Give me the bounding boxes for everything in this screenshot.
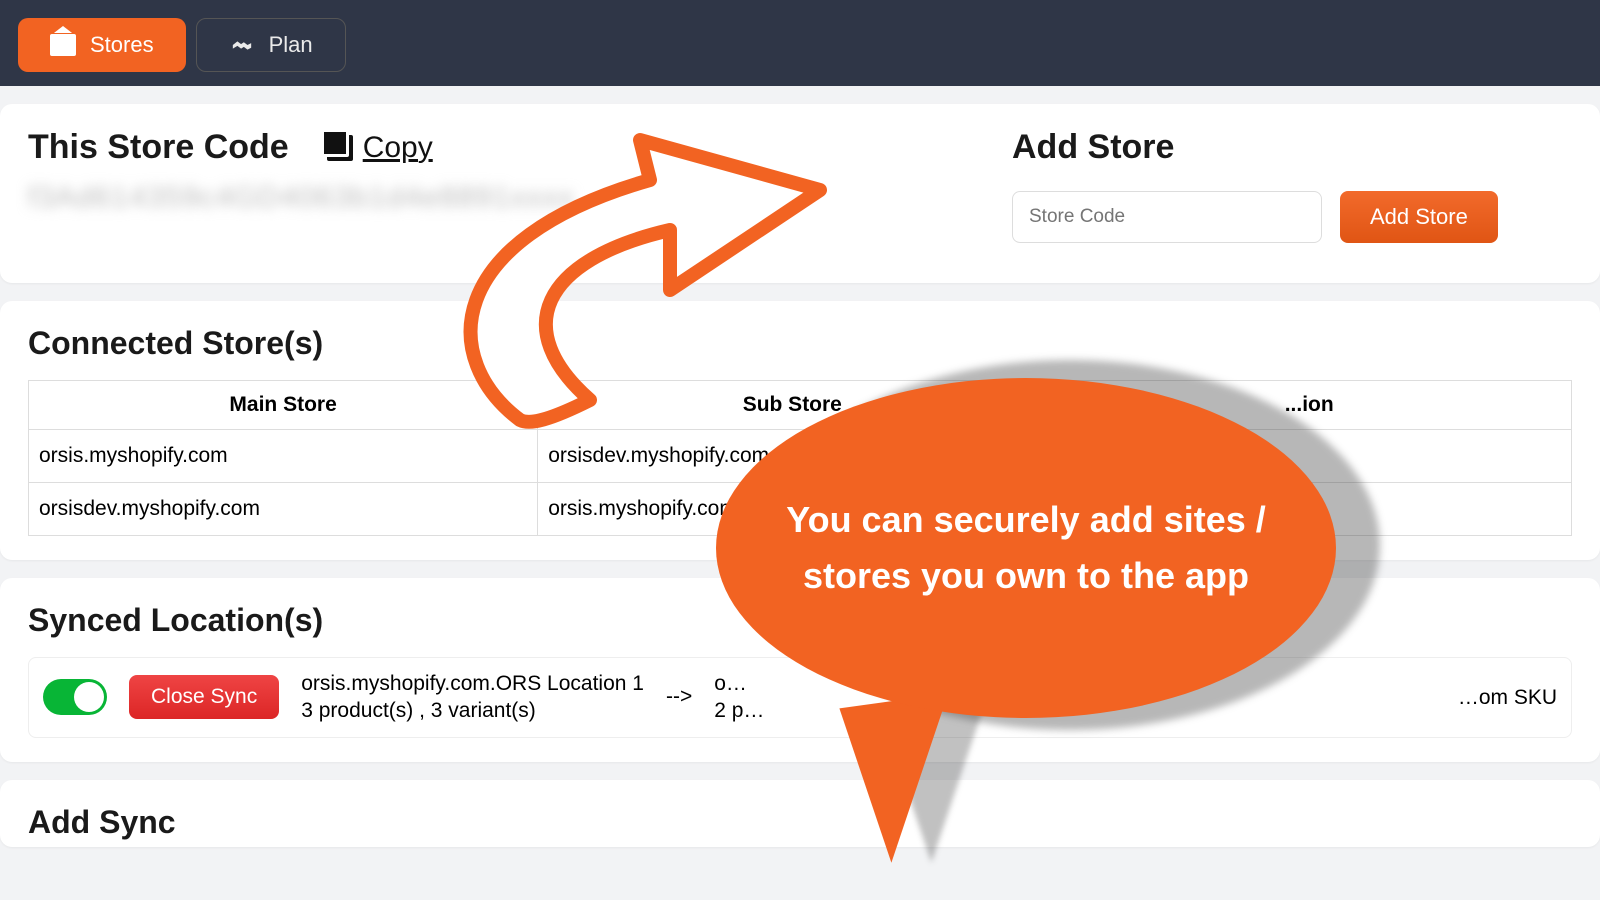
close-sync-button[interactable]: Close Sync: [129, 675, 279, 719]
sync-source-line1: orsis.myshopify.com.ORS Location 1: [301, 670, 644, 697]
add-store-button[interactable]: Add Store: [1340, 191, 1498, 243]
tab-stores[interactable]: Stores: [18, 18, 186, 72]
add-sync-card: Add Sync: [0, 780, 1600, 847]
copy-label: Copy: [363, 131, 433, 165]
sync-target: o… 2 p…: [714, 670, 764, 725]
store-code-input[interactable]: [1012, 191, 1322, 243]
store-code-card: This Store Code Copy f3Ad614359c4GD4063b…: [0, 104, 1600, 283]
sync-suffix: …om SKU: [1458, 684, 1557, 711]
store-code-title: This Store Code: [28, 128, 289, 167]
handshake-icon: [229, 34, 255, 56]
sync-target-line2: 2 p…: [714, 697, 764, 724]
copy-icon: [327, 135, 353, 161]
sync-source-line2: 3 product(s) , 3 variant(s): [301, 697, 644, 724]
cell-main: orsisdev.myshopify.com: [29, 483, 538, 536]
tab-label: Plan: [269, 32, 313, 58]
sync-row: Close Sync orsis.myshopify.com.ORS Locat…: [28, 657, 1572, 738]
col-main-store: Main Store: [29, 381, 538, 430]
store-icon: [50, 34, 76, 56]
connected-stores-title: Connected Store(s): [28, 325, 1572, 362]
add-sync-title: Add Sync: [28, 804, 1572, 841]
store-code-value: f3Ad614359c4GD4063b1d4e8891xxxx: [28, 181, 1012, 215]
cell-main: orsis.myshopify.com: [29, 430, 538, 483]
tab-plan[interactable]: Plan: [196, 18, 346, 72]
sync-source: orsis.myshopify.com.ORS Location 1 3 pro…: [301, 670, 644, 725]
callout-bubble: You can securely add sites / stores you …: [716, 378, 1336, 718]
arrow-icon: -->: [666, 685, 692, 709]
callout-text: You can securely add sites / stores you …: [716, 492, 1336, 604]
callout-tail: [839, 693, 970, 867]
top-navbar: Stores Plan: [0, 0, 1600, 86]
sync-toggle[interactable]: [43, 679, 107, 715]
copy-button[interactable]: Copy: [327, 131, 433, 165]
sync-target-line1: o…: [714, 670, 764, 697]
add-store-title: Add Store: [1012, 128, 1572, 167]
tab-label: Stores: [90, 32, 154, 58]
